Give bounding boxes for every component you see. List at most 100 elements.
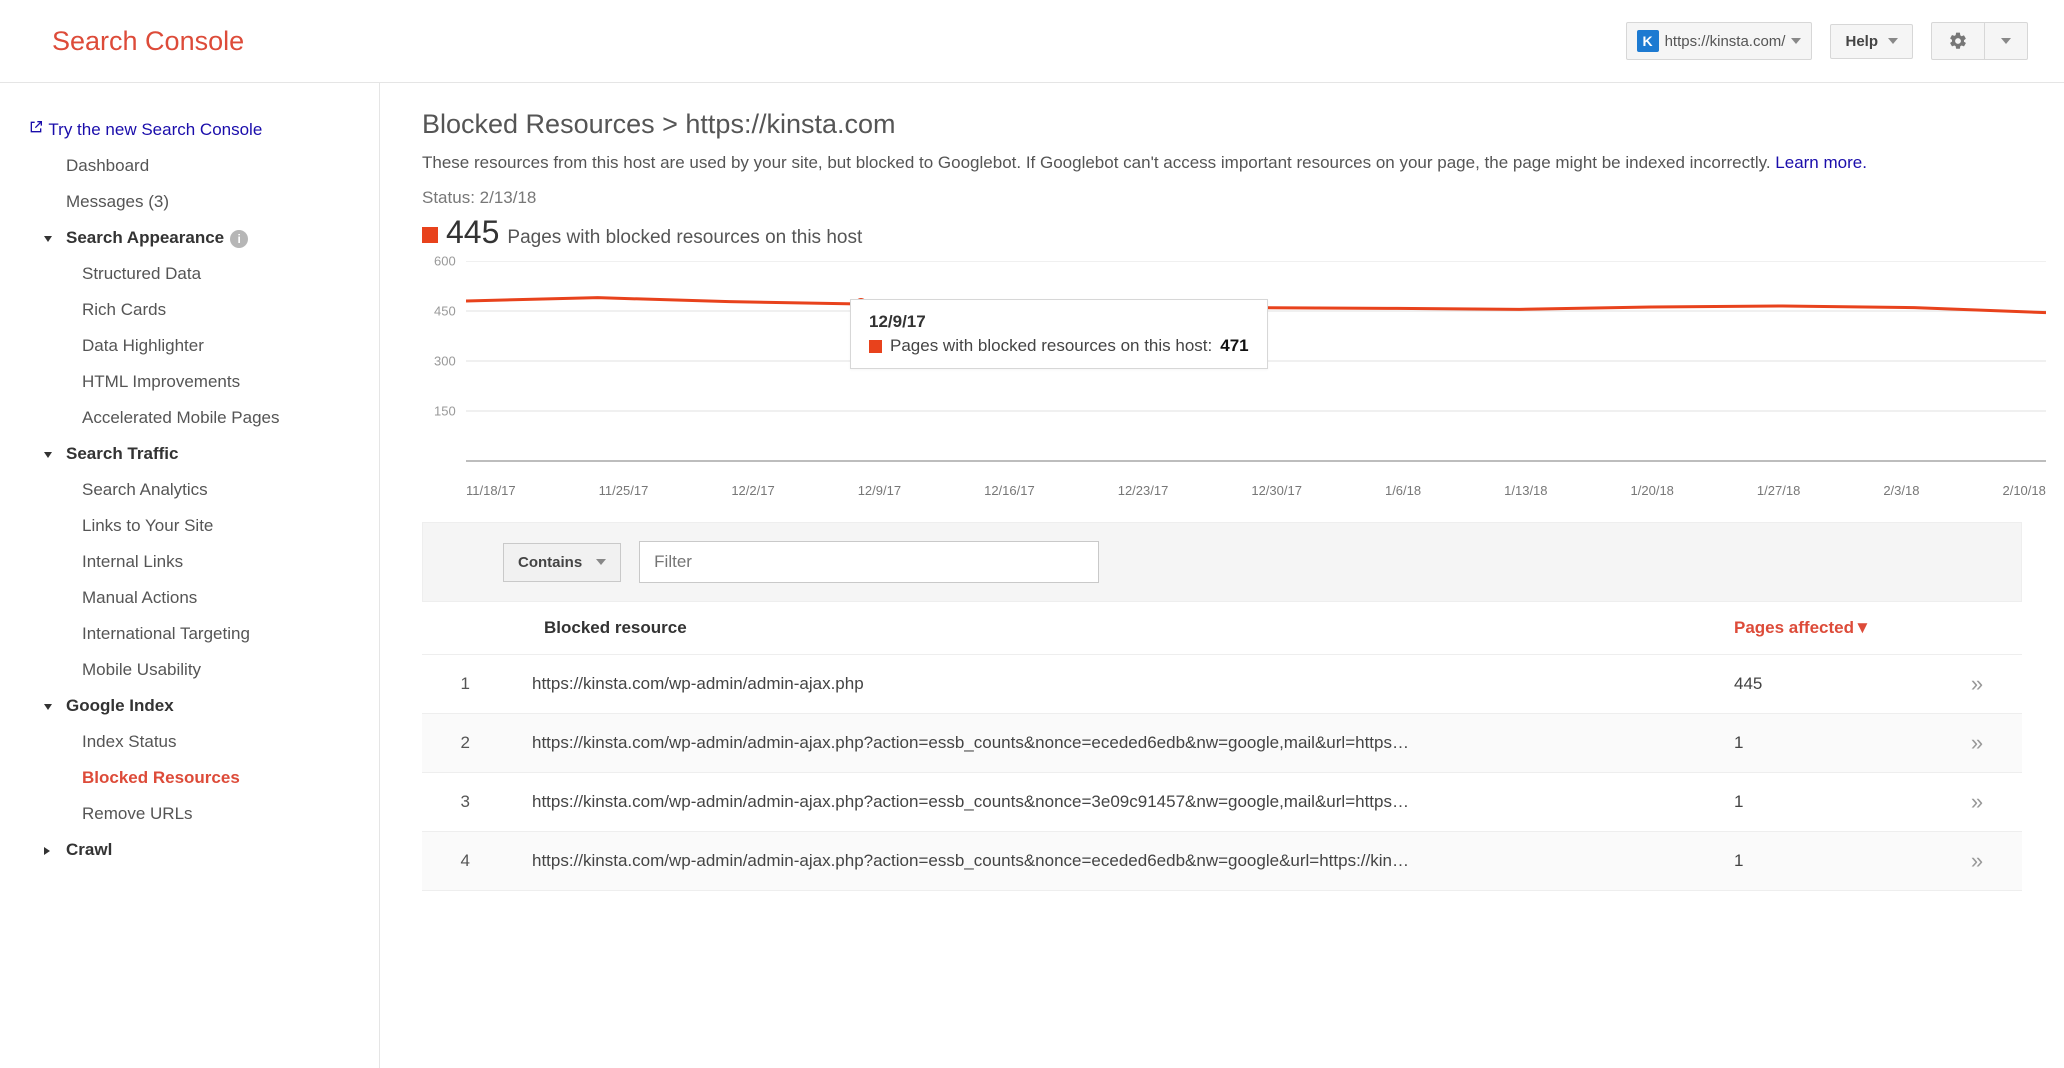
gear-icon [1948,31,1968,51]
sidebar-group[interactable]: Crawl [14,832,369,868]
chart-x-tick: 12/2/17 [731,483,774,498]
series-swatch [869,340,882,353]
row-open-icon[interactable]: » [1932,714,2022,773]
breadcrumb-sep: > [655,109,686,139]
breadcrumb-section: Blocked Resources [422,109,655,139]
sidebar-item[interactable]: International Targeting [14,616,369,652]
property-label: https://kinsta.com/ [1665,33,1786,50]
sidebar-item[interactable]: Manual Actions [14,580,369,616]
status-line: Status: 2/13/18 [422,188,2022,208]
property-favicon: K [1637,30,1659,52]
property-selector[interactable]: K https://kinsta.com/ [1626,22,1813,60]
info-icon: i [230,230,248,248]
col-header-pages[interactable]: Pages affected▼ [1722,602,1932,655]
header-actions: K https://kinsta.com/ Help [1626,22,2028,60]
tooltip-date: 12/9/17 [869,312,1249,332]
breadcrumb: Blocked Resources > https://kinsta.com [422,109,2022,140]
sidebar-item[interactable]: Internal Links [14,544,369,580]
row-pages: 1 [1722,773,1932,832]
main-content: Blocked Resources > https://kinsta.com T… [380,83,2064,1068]
sidebar-item[interactable]: Structured Data [14,256,369,292]
row-pages: 1 [1722,832,1932,891]
sidebar-group[interactable]: Google Index [14,688,369,724]
settings-button[interactable] [1932,23,1984,59]
sidebar-group[interactable]: Search Appearancei [14,220,369,256]
col-header-resource[interactable]: Blocked resource [422,602,1722,655]
summary-count: 445 Pages with blocked resources on this… [422,214,2022,251]
filter-mode-dropdown[interactable]: Contains [503,543,621,582]
chart-tooltip: 12/9/17 Pages with blocked resources on … [850,299,1268,369]
chevron-down-icon [596,559,606,565]
chart-y-tick: 150 [434,404,456,419]
row-resource: https://kinsta.com/wp-admin/admin-ajax.p… [482,832,1722,891]
chevron-down-icon [1791,38,1801,44]
row-index: 2 [422,714,482,773]
sidebar-item[interactable]: Remove URLs [14,796,369,832]
app-logo: Search Console [52,26,244,57]
tooltip-label: Pages with blocked resources on this hos… [890,336,1212,356]
chevron-down-icon [2001,38,2011,44]
learn-more-link[interactable]: Learn more. [1775,153,1867,172]
sidebar-item[interactable]: Data Highlighter [14,328,369,364]
chart-x-tick: 11/18/17 [466,483,516,498]
chart-y-tick: 450 [434,304,456,319]
tooltip-value: 471 [1220,336,1248,356]
description-text: These resources from this host are used … [422,153,1775,172]
chart-x-tick: 1/20/18 [1631,483,1674,498]
row-pages: 1 [1722,714,1932,773]
row-open-icon[interactable]: » [1932,655,2022,714]
sidebar-item[interactable]: HTML Improvements [14,364,369,400]
sidebar-item[interactable]: Index Status [14,724,369,760]
table-row[interactable]: 3https://kinsta.com/wp-admin/admin-ajax.… [422,773,2022,832]
help-label: Help [1845,33,1878,50]
row-open-icon[interactable]: » [1932,773,2022,832]
settings-group [1931,22,2028,60]
filter-input[interactable] [639,541,1099,583]
chart-x-tick: 1/13/18 [1504,483,1547,498]
sidebar-item[interactable]: Accelerated Mobile Pages [14,400,369,436]
row-open-icon[interactable]: » [1932,832,2022,891]
help-button[interactable]: Help [1830,24,1913,59]
row-resource: https://kinsta.com/wp-admin/admin-ajax.p… [482,655,1722,714]
sidebar-item[interactable]: Links to Your Site [14,508,369,544]
sidebar-item[interactable]: Dashboard [14,148,369,184]
chart: 150300450600 11/18/1711/25/1712/2/1712/9… [422,261,2022,498]
table-row[interactable]: 2https://kinsta.com/wp-admin/admin-ajax.… [422,714,2022,773]
chart-y-tick: 600 [434,254,456,269]
sidebar-item-label: Try the new Search Console [48,120,262,139]
filter-mode-label: Contains [518,554,582,571]
chevron-down-icon [1888,38,1898,44]
sidebar-item[interactable]: Rich Cards [14,292,369,328]
row-resource: https://kinsta.com/wp-admin/admin-ajax.p… [482,714,1722,773]
row-index: 4 [422,832,482,891]
external-link-icon [28,119,44,135]
sidebar-group[interactable]: Search Traffic [14,436,369,472]
chart-x-tick: 1/27/18 [1757,483,1800,498]
table-row[interactable]: 1https://kinsta.com/wp-admin/admin-ajax.… [422,655,2022,714]
breadcrumb-host: https://kinsta.com [685,109,895,139]
chart-x-tick: 1/6/18 [1385,483,1421,498]
page-description: These resources from this host are used … [422,150,2022,176]
series-swatch [422,227,438,243]
sidebar-item[interactable]: Search Analytics [14,472,369,508]
sidebar-item[interactable]: Mobile Usability [14,652,369,688]
chart-x-tick: 2/3/18 [1883,483,1919,498]
sidebar: Try the new Search Console DashboardMess… [0,83,380,1068]
sidebar-item[interactable]: Messages (3) [14,184,369,220]
chart-x-axis: 11/18/1711/25/1712/2/1712/9/1712/16/1712… [466,483,2046,498]
row-index: 1 [422,655,482,714]
sort-desc-icon: ▼ [1854,618,1871,637]
chart-x-tick: 2/10/18 [2002,483,2045,498]
row-pages: 445 [1722,655,1932,714]
settings-dropdown-button[interactable] [1984,23,2027,59]
sidebar-new-console-link[interactable]: Try the new Search Console [14,111,369,148]
count-label: Pages with blocked resources on this hos… [507,227,862,249]
filter-bar: Contains [422,522,2022,602]
blocked-resources-table: Blocked resource Pages affected▼ 1https:… [422,602,2022,891]
chart-x-tick: 12/16/17 [984,483,1035,498]
chart-y-tick: 300 [434,354,456,369]
row-resource: https://kinsta.com/wp-admin/admin-ajax.p… [482,773,1722,832]
chart-x-tick: 11/25/17 [599,483,649,498]
table-row[interactable]: 4https://kinsta.com/wp-admin/admin-ajax.… [422,832,2022,891]
sidebar-item[interactable]: Blocked Resources [14,760,369,796]
